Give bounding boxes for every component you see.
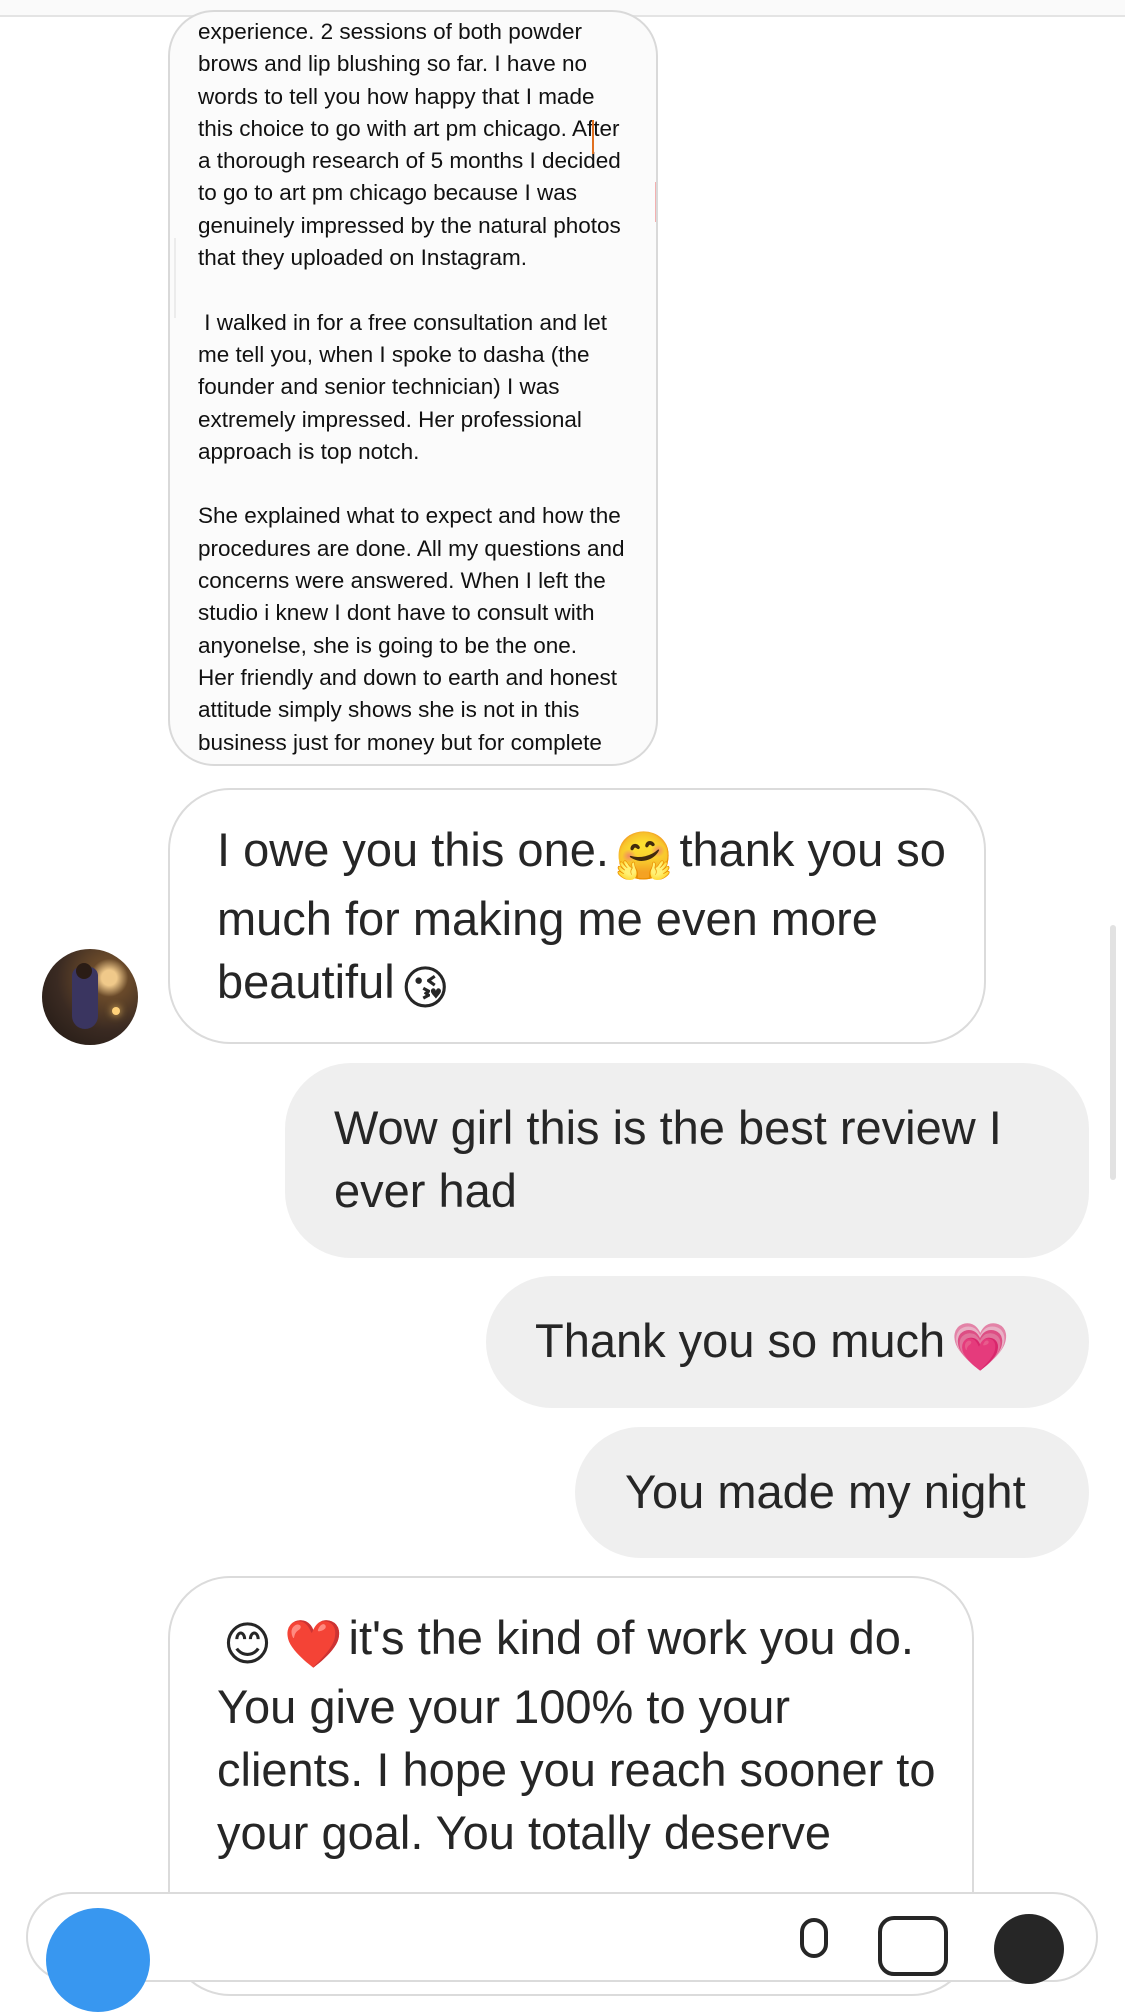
microphone-icon[interactable] xyxy=(800,1918,828,1958)
red-heart-emoji: ❤️ xyxy=(284,1617,343,1670)
avatar-candle-light xyxy=(112,1007,120,1015)
avatar-head xyxy=(76,963,92,979)
text-cursor xyxy=(592,120,594,154)
message-text: Thank you so much xyxy=(535,1314,946,1367)
message-text: You made my night xyxy=(625,1465,1026,1518)
text-cursor-secondary xyxy=(655,182,656,222)
incoming-message[interactable]: I owe you this one. 🤗 thank you so much fo… xyxy=(168,788,986,1044)
heart-emoji: 💗 xyxy=(951,1320,1010,1373)
screenshot-margin-line xyxy=(174,238,176,318)
smile-emoji: 😊 xyxy=(223,1617,272,1670)
avatar[interactable] xyxy=(42,949,138,1045)
scrollbar[interactable] xyxy=(1110,925,1116,1180)
camera-icon[interactable] xyxy=(46,1908,150,2012)
outgoing-message[interactable]: You made my night xyxy=(575,1427,1089,1558)
message-composer[interactable] xyxy=(26,1892,1098,2012)
shared-review-screenshot[interactable]: experience. 2 sessions of both powder br… xyxy=(168,10,658,766)
sticker-icon[interactable] xyxy=(994,1914,1064,1984)
review-text: experience. 2 sessions of both powder br… xyxy=(198,19,625,764)
message-text: I owe you this one. xyxy=(217,823,609,876)
outgoing-message[interactable]: Thank you so much 💗 xyxy=(486,1276,1089,1408)
gallery-icon[interactable] xyxy=(878,1916,948,1976)
message-text: Wow girl this is the best review I ever … xyxy=(334,1101,1002,1217)
kiss-face-emoji: 😘 xyxy=(400,961,450,1014)
outgoing-message[interactable]: Wow girl this is the best review I ever … xyxy=(285,1063,1089,1258)
hugging-face-emoji: 🤗 xyxy=(614,829,674,882)
